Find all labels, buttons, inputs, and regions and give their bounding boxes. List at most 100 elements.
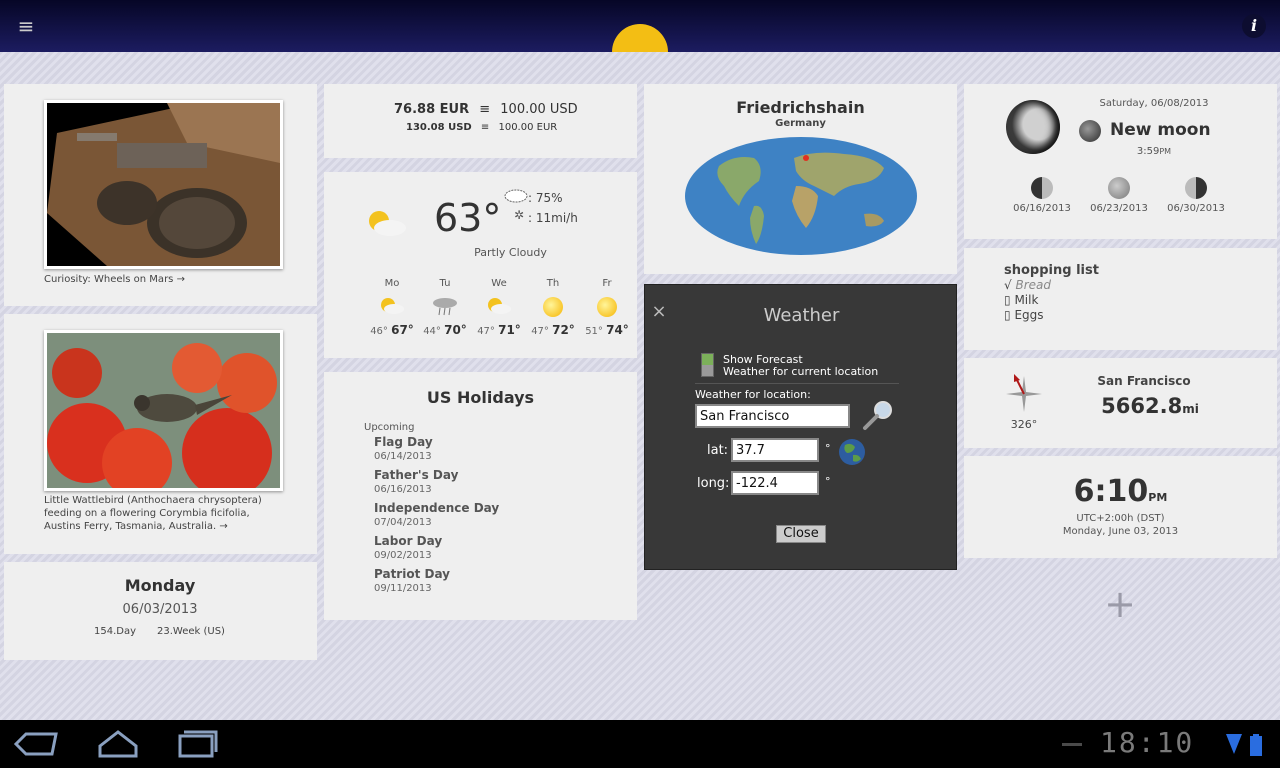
system-nav-bar: 18:10: [0, 720, 1280, 768]
date-card[interactable]: Monday 06/03/2013 154.Day 23.Week (US): [4, 562, 317, 660]
sun-icon: [612, 24, 668, 52]
holidays-section: Upcoming: [364, 422, 415, 433]
shopping-item[interactable]: √ Bread: [1004, 278, 1051, 292]
forecast-temps: 47° 71°: [477, 323, 521, 337]
lat-label: lat:: [707, 443, 729, 458]
bird-flower-image[interactable]: [47, 333, 280, 488]
moon-phase-icon: [1108, 177, 1130, 199]
holiday-date: 09/11/2013: [374, 583, 432, 594]
base-amount: 100.00 EUR: [498, 122, 558, 133]
forecast-day: Mo 46° 67°: [367, 278, 417, 337]
holiday-name: Independence Day: [374, 501, 500, 515]
base-amount: 100.00 USD: [500, 102, 578, 117]
back-icon[interactable]: [12, 728, 60, 760]
location-input[interactable]: [695, 404, 850, 428]
distance-card[interactable]: 326° San Francisco 5662.8mi: [964, 358, 1277, 448]
converted-amount: 76.88 EUR: [394, 102, 470, 117]
holiday-name: Patriot Day: [374, 567, 451, 581]
shopping-list-card[interactable]: shopping list √ Bread ▯ Milk ▯ Eggs: [964, 248, 1277, 350]
equiv-sign: ≡: [480, 122, 490, 133]
caption-line: Austins Ferry, Tasmania, Australia. →: [44, 521, 228, 532]
shopping-item[interactable]: ▯ Milk: [1004, 293, 1038, 307]
holiday-name: Flag Day: [374, 435, 433, 449]
forecast-day-label: Fr: [602, 278, 612, 289]
photo-caption[interactable]: Little Wattlebird (Anthochaera chrysopte…: [44, 494, 304, 533]
weather-settings-dialog: × Weather Show Forecast Weather for curr…: [644, 284, 957, 570]
wind-icon: ✲: [514, 208, 525, 222]
holiday-date: 09/02/2013: [374, 550, 432, 561]
weather-card[interactable]: 63° : 75% ✲ : 11mi/h Partly Cloudy Mo 46…: [324, 172, 637, 358]
forecast-toggle[interactable]: [701, 353, 714, 377]
photo-caption[interactable]: Curiosity: Wheels on Mars →: [44, 273, 185, 286]
target-city: San Francisco: [1097, 374, 1191, 388]
top-bar: ≡ i: [0, 0, 1280, 52]
current-temperature: 63°: [434, 196, 502, 240]
degree-unit: °: [825, 442, 831, 455]
photo-frame: [44, 100, 283, 269]
forecast-day: Fr 51° 74°: [582, 278, 632, 337]
moon-phase-date: 06/16/2013: [1013, 203, 1071, 214]
moon-time: 3:59PM: [1136, 146, 1172, 157]
holidays-title: US Holidays: [426, 388, 535, 407]
longitude-input[interactable]: [731, 471, 819, 495]
close-button[interactable]: Close: [776, 525, 826, 543]
checkbox-icon: ▯: [1004, 308, 1011, 322]
shopping-title: shopping list: [1004, 263, 1099, 278]
search-icon[interactable]: [861, 399, 895, 431]
sun-icon: [543, 297, 563, 317]
forecast-day-label: Th: [546, 278, 560, 289]
clock-card[interactable]: 6:10PM UTC+2:00h (DST) Monday, June 03, …: [964, 456, 1277, 558]
compass-heading: 326°: [1010, 418, 1038, 431]
partly-cloudy-icon: [488, 298, 511, 314]
latitude-input[interactable]: [731, 438, 819, 462]
forecast-temps: 46° 67°: [370, 323, 414, 337]
location-card[interactable]: Friedrichshain Germany: [644, 84, 957, 274]
condition: Partly Cloudy: [474, 246, 547, 259]
partly-cloudy-icon: [381, 298, 404, 314]
shopping-item[interactable]: ▯ Eggs: [1004, 308, 1044, 322]
currency-row-1: 76.88 EUR ≡ 100.00 USD: [394, 102, 578, 117]
moon-date: Saturday, 06/08/2013: [1099, 98, 1209, 109]
photo-card-wattlebird[interactable]: Little Wattlebird (Anthochaera chrysopte…: [4, 314, 317, 554]
location-label: Weather for location:: [695, 388, 811, 401]
wind-speed: : 11mi/h: [528, 211, 578, 225]
dialog-title: Weather: [763, 305, 840, 326]
distance: 5662.8mi: [1101, 394, 1199, 418]
moon-phase-icon: [1031, 177, 1053, 199]
system-clock[interactable]: 18:10: [1100, 726, 1194, 759]
menu-icon[interactable]: ≡: [14, 14, 38, 38]
holiday-date: 06/16/2013: [374, 484, 432, 495]
day-of-year: 154.Day: [94, 626, 137, 637]
moon-phase-date: 06/30/2013: [1167, 203, 1225, 214]
recent-apps-icon[interactable]: [174, 728, 222, 760]
moon-phase: New moon: [1110, 120, 1211, 140]
notification-dash-icon: [1062, 743, 1082, 746]
converted-amount: 130.08 USD: [406, 122, 472, 133]
forecast-temps: 51° 74°: [585, 323, 629, 337]
info-icon[interactable]: i: [1242, 14, 1266, 38]
clock-timezone: UTC+2:00h (DST): [1076, 513, 1165, 524]
country-name: Germany: [775, 118, 826, 129]
signal-icon: [1226, 734, 1242, 754]
checkbox-icon: ▯: [1004, 293, 1011, 307]
world-map-image[interactable]: [684, 136, 918, 256]
globe-icon[interactable]: [837, 437, 867, 467]
partly-cloudy-icon: [369, 211, 406, 236]
photo-card-curiosity[interactable]: Curiosity: Wheels on Mars →: [4, 84, 317, 306]
sun-icon: [597, 297, 617, 317]
currency-row-2: 130.08 USD ≡ 100.00 EUR: [406, 122, 557, 133]
mars-rover-image[interactable]: [47, 103, 280, 266]
equiv-sign: ≡: [479, 102, 491, 117]
moon-phase-icon: [1185, 177, 1207, 199]
weekday: Monday: [124, 576, 196, 595]
home-icon[interactable]: [94, 728, 142, 760]
forecast-day: We 47° 71°: [474, 278, 524, 337]
moon-phase-date: 06/23/2013: [1090, 203, 1148, 214]
caption-line: feeding on a flowering Corymbia ficifoli…: [44, 508, 250, 519]
currency-card[interactable]: 76.88 EUR ≡ 100.00 USD 130.08 USD ≡ 100.…: [324, 84, 637, 158]
add-widget-button[interactable]: +: [1098, 582, 1142, 626]
clock-time: 6:10PM: [1073, 474, 1168, 509]
moon-card[interactable]: Saturday, 06/08/2013 New moon 3:59PM 06/…: [964, 84, 1277, 239]
holidays-card[interactable]: US Holidays Upcoming Flag Day 06/14/2013…: [324, 372, 637, 620]
cloud-icon: [504, 189, 528, 203]
